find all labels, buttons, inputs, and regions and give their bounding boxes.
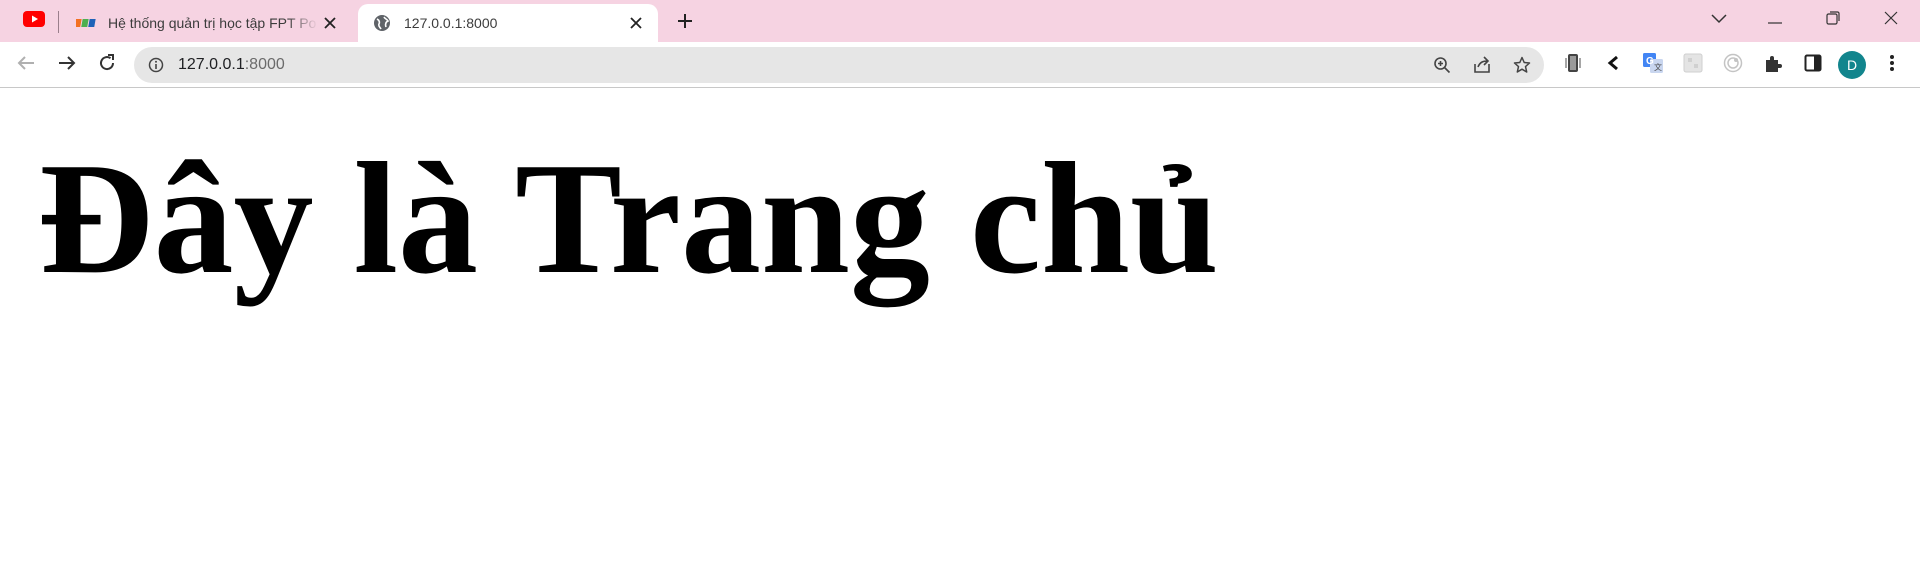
extension-button[interactable] [1677,49,1709,81]
page-heading: Đây là Trang chủ [38,129,1219,307]
translate-icon: G 文 [1643,52,1663,78]
url-host: 127.0.0.1 [178,56,245,73]
restore-button[interactable] [1810,0,1856,40]
profile-avatar[interactable]: D [1838,51,1866,79]
back-button[interactable] [10,49,42,81]
more-vert-icon [1889,54,1895,77]
side-panel-icon [1804,54,1822,77]
extension-button[interactable] [1717,49,1749,81]
extensions-menu-button[interactable] [1757,49,1789,81]
page-content: Đây là Trang chủ [0,88,1920,585]
forward-button[interactable] [51,49,83,81]
tab-strip: Hệ thống quản trị học tập FPT Po 127.0.0… [0,0,1920,42]
info-icon[interactable] [146,55,166,75]
chevron-left-icon [1606,55,1620,76]
extension-button[interactable] [1597,49,1629,81]
tab-fpt-lms[interactable]: Hệ thống quản trị học tập FPT Po [62,4,352,42]
fpt-logo-icon [76,13,96,33]
new-tab-button[interactable] [670,8,700,38]
reload-button[interactable] [91,49,123,81]
svg-text:文: 文 [1654,62,1662,72]
puzzle-grid-icon [1683,53,1703,78]
tab-localhost[interactable]: 127.0.0.1:8000 [358,4,658,42]
browser-menu-button[interactable] [1876,49,1908,81]
target-icon [1723,53,1743,78]
close-icon[interactable] [318,11,342,35]
restore-icon [1826,10,1840,30]
extension-button[interactable] [1557,49,1589,81]
browser-window: Hệ thống quản trị học tập FPT Po 127.0.0… [0,0,1920,585]
plus-icon [677,13,693,34]
close-icon[interactable] [624,11,648,35]
tab-title: 127.0.0.1:8000 [404,15,498,31]
reload-icon [98,53,116,77]
minimize-button[interactable] [1752,0,1798,40]
svg-text:G: G [1646,56,1654,67]
star-icon[interactable] [1510,53,1534,77]
side-panel-button[interactable] [1797,49,1829,81]
globe-icon [372,13,392,33]
url-port: :8000 [244,56,285,73]
zoom-icon[interactable] [1430,53,1454,77]
minimize-icon [1768,11,1782,29]
arrow-left-icon [17,55,35,76]
youtube-icon [23,10,45,32]
tab-separator [58,11,59,33]
arrow-right-icon [58,55,76,76]
tab-title: Hệ thống quản trị học tập FPT Po [108,15,317,31]
tab-youtube-pinned[interactable] [16,6,52,36]
url-text[interactable]: 127.0.0.1:8000 [178,47,285,83]
close-icon [1884,11,1898,30]
share-icon[interactable] [1470,53,1494,77]
phone-extension-icon [1564,53,1582,78]
google-translate-button[interactable]: G 文 [1637,49,1669,81]
close-window-button[interactable] [1868,0,1914,40]
chevron-down-icon [1711,11,1727,29]
address-bar[interactable]: 127.0.0.1:8000 [134,47,1544,83]
browser-toolbar: 127.0.0.1:8000 G 文 D [0,42,1920,88]
tab-search-button[interactable] [1696,0,1742,40]
puzzle-icon [1763,53,1783,78]
